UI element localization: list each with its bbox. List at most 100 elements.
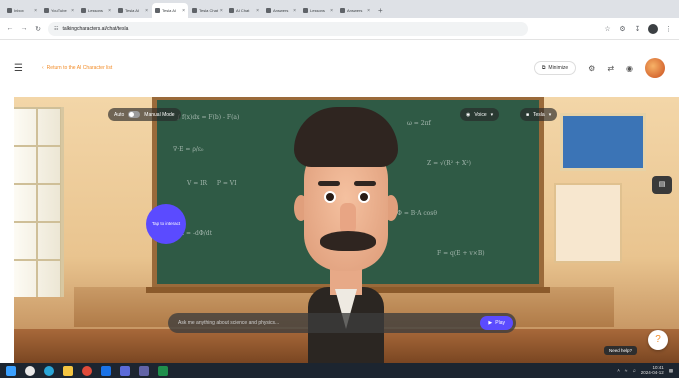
tab-favicon-icon — [44, 8, 49, 13]
tab-close-icon[interactable]: × — [256, 8, 259, 14]
tab-favicon-icon — [192, 8, 197, 13]
volume-icon[interactable]: ♫ — [632, 368, 635, 373]
taskbar-date: 2024-04-12 — [640, 369, 664, 375]
mode-toggle[interactable]: Auto Manual Mode — [108, 108, 181, 121]
tab-close-icon[interactable]: × — [182, 8, 185, 14]
edge-icon[interactable] — [44, 365, 54, 376]
wall-poster — [560, 113, 646, 171]
character-mustache — [320, 231, 376, 251]
minimize-label: Minimize — [548, 65, 569, 71]
start-icon[interactable] — [6, 365, 16, 376]
classroom-window — [14, 107, 64, 297]
hamburger-menu-icon[interactable]: ☰ — [14, 63, 28, 74]
tab-favicon-icon — [229, 8, 234, 13]
ask-bar: ▶ Play — [168, 313, 516, 333]
bookmark-star-icon[interactable]: ☆ — [603, 25, 612, 33]
back-to-characters-link[interactable]: ‹ Return to the AI Character list — [42, 65, 112, 71]
site-info-icon[interactable]: ☷ — [54, 26, 58, 32]
browser-tab[interactable]: Lessons × — [300, 3, 336, 18]
mail-icon[interactable] — [101, 365, 111, 376]
tab-close-icon[interactable]: × — [220, 8, 223, 14]
store-icon[interactable] — [120, 365, 130, 376]
tab-close-icon[interactable]: × — [367, 8, 370, 14]
back-arrow-icon[interactable]: ← — [6, 25, 14, 32]
tab-label: Tesla AI — [162, 8, 177, 13]
tab-label: Tesla Chat — [199, 8, 218, 13]
tab-close-icon[interactable]: × — [293, 8, 296, 14]
forward-arrow-icon[interactable]: → — [20, 25, 28, 32]
browser-tab[interactable]: Inbox × — [4, 3, 40, 18]
new-tab-icon[interactable]: + — [374, 3, 387, 18]
notifications-icon[interactable]: ◉ — [626, 64, 633, 73]
character-selector[interactable]: ■ Tesla ▾ — [520, 108, 558, 121]
ask-input[interactable] — [178, 320, 475, 326]
browser-tab[interactable]: Lessons × — [78, 3, 114, 18]
notification-center-icon[interactable]: ▩ — [669, 368, 673, 374]
tab-label: Lessons — [88, 8, 103, 13]
tab-favicon-icon — [340, 8, 345, 13]
address-bar-url: talkingcharacters.ai/chat/tesla — [62, 25, 129, 32]
extensions-icon[interactable]: ⚙ — [618, 25, 627, 33]
excel-icon[interactable] — [158, 365, 168, 376]
files-icon[interactable] — [63, 365, 73, 376]
browser-tab-strip: Inbox × YouTube × Lessons × Tesla AI × Tesla AI ×… — [0, 0, 679, 18]
tab-favicon-icon — [303, 8, 308, 13]
browser-toolbar: ← → ↻ ☷ talkingcharacters.ai/chat/tesla … — [0, 18, 679, 40]
browser-tab[interactable]: Answers × — [263, 3, 299, 18]
browser-tab[interactable]: AI Chat × — [226, 3, 262, 18]
browser-tab[interactable]: Answers × — [337, 3, 373, 18]
browser-menu-icon[interactable]: ⋮ — [664, 25, 673, 33]
search-icon[interactable] — [25, 365, 35, 376]
app-header: ☰ ‹ Return to the AI Character list ⧉ Mi… — [0, 41, 679, 95]
address-bar[interactable]: ☷ talkingcharacters.ai/chat/tesla — [48, 21, 528, 36]
tab-close-icon[interactable]: × — [71, 8, 74, 14]
teams-icon[interactable] — [139, 365, 149, 376]
tab-favicon-icon — [7, 8, 12, 13]
help-tooltip: Need help? — [604, 346, 638, 355]
tab-label: Answers — [273, 8, 289, 13]
back-to-characters-label: Return to the AI Character list — [46, 65, 113, 71]
character-brow-right — [354, 181, 376, 186]
browser-tab[interactable]: Tesla Chat × — [189, 3, 225, 18]
voice-selector[interactable]: ◉ Voice ▾ — [460, 108, 500, 121]
download-icon[interactable]: ↧ — [633, 25, 642, 33]
tab-label: YouTube — [51, 8, 67, 13]
tab-close-icon[interactable]: × — [330, 8, 333, 14]
mode-label: Manual Mode — [144, 111, 175, 118]
tab-close-icon[interactable]: × — [145, 8, 148, 14]
browser-tab[interactable]: YouTube × — [41, 3, 77, 18]
character-eye-left — [324, 191, 336, 203]
chevron-left-icon: ‹ — [42, 65, 44, 71]
chevron-down-icon: ▾ — [548, 111, 552, 118]
interact-hint-button[interactable]: Tap to interact — [146, 204, 186, 244]
user-avatar[interactable] — [645, 58, 665, 78]
voice-label: Voice — [474, 111, 487, 118]
browser-tab[interactable]: Tesla AI × — [115, 3, 151, 18]
tab-label: Tesla AI — [125, 8, 140, 13]
play-label: Play — [495, 320, 505, 326]
translate-icon[interactable]: ⇄ — [607, 64, 614, 73]
chevron-down-icon: ▾ — [490, 111, 494, 118]
chat-icon: ▤ — [658, 181, 666, 188]
minimize-button[interactable]: ⧉ Minimize — [533, 61, 577, 75]
voice-icon: ◉ — [466, 111, 471, 118]
chrome-icon[interactable] — [82, 365, 92, 376]
tab-label: Lessons — [310, 8, 325, 13]
wall-chart — [554, 183, 622, 263]
wifi-icon[interactable]: ≈ — [625, 368, 627, 373]
tab-close-icon[interactable]: × — [108, 8, 111, 14]
chevron-up-icon[interactable]: ˄ — [617, 368, 620, 373]
tab-label: Answers — [347, 8, 363, 13]
mode-switch[interactable] — [128, 111, 141, 118]
tab-close-icon[interactable]: × — [34, 8, 37, 14]
taskbar-clock[interactable]: 10:41 2024-04-12 — [640, 365, 664, 376]
reload-icon[interactable]: ↻ — [34, 25, 42, 33]
tab-label: AI Chat — [236, 8, 250, 13]
chat-panel-toggle[interactable]: ▤ — [652, 176, 672, 194]
play-button[interactable]: ▶ Play — [480, 316, 513, 330]
help-button[interactable]: ? — [648, 330, 668, 350]
settings-icon[interactable]: ⚙ — [588, 64, 595, 73]
browser-tab[interactable]: Tesla AI × — [152, 3, 188, 18]
system-tray: ˄ ≈ ♫ 10:41 2024-04-12 ▩ — [617, 365, 673, 376]
browser-profile-icon[interactable] — [648, 23, 658, 34]
